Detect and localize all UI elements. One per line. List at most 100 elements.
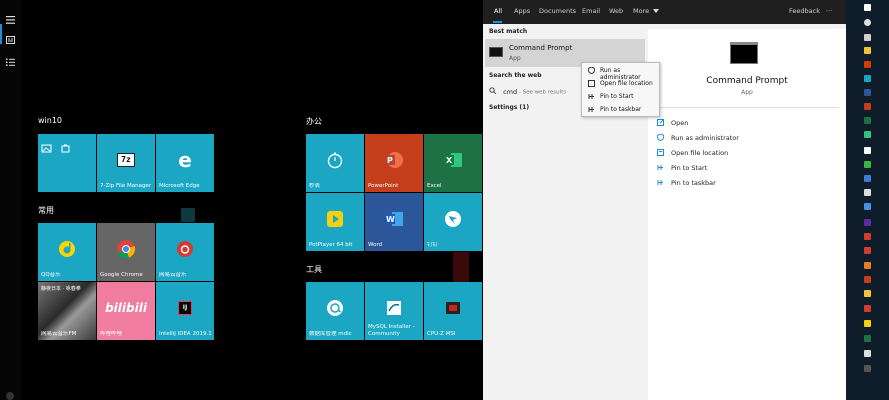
group-header-tools[interactable]: 工具: [306, 264, 322, 275]
taskbar-app-icon[interactable]: [864, 61, 871, 68]
tile-netease-fm[interactable]: 静夜日本 · 咏春拳 网易云音乐FM: [38, 282, 96, 340]
tile-bilibili[interactable]: bilibili 哔哩哔哩: [97, 282, 155, 340]
intellij-icon: IJ: [178, 300, 192, 315]
best-match-title: Command Prompt: [509, 44, 573, 52]
task-view-icon[interactable]: [864, 34, 871, 41]
start-icon[interactable]: [864, 4, 871, 11]
power-icon[interactable]: [6, 392, 14, 400]
tile-mysql-installer[interactable]: MySQL Installer - Community: [365, 282, 423, 340]
action-run-as-admin[interactable]: Run as administrator: [656, 133, 739, 142]
taskbar-app-icon[interactable]: [864, 350, 871, 357]
context-pin-to-start[interactable]: Pin to Start: [582, 90, 659, 103]
taskbar-app-icon[interactable]: [864, 75, 871, 82]
more-options-icon[interactable]: ···: [826, 7, 832, 15]
photos-icon: [41, 139, 71, 158]
file-location-icon: [588, 80, 595, 87]
search-icon[interactable]: [864, 19, 871, 26]
pin-icon: [657, 179, 664, 186]
qqmusic-icon: [58, 240, 76, 258]
shield-icon: [587, 66, 596, 75]
tile-edge[interactable]: e Microsoft Edge: [156, 134, 214, 192]
action-label: Pin to taskbar: [671, 179, 716, 187]
tab-web[interactable]: Web: [609, 7, 623, 15]
stopwatch-icon: [326, 151, 344, 169]
context-pin-to-taskbar[interactable]: Pin to taskbar: [582, 103, 659, 116]
context-open-file-location[interactable]: Open file location: [582, 77, 659, 90]
tile-photos[interactable]: [38, 134, 96, 192]
taskbar-app-icon[interactable]: [864, 276, 871, 283]
taskbar-app-icon[interactable]: [864, 103, 871, 110]
taskbar-app-icon[interactable]: [864, 175, 871, 182]
taskbar-app-icon[interactable]: [864, 147, 871, 154]
tile-label: CPU-Z MSI: [427, 331, 456, 337]
tile-label: 秒表: [309, 183, 321, 189]
tile-powerpoint[interactable]: P PowerPoint: [365, 134, 423, 192]
taskbar-app-icon[interactable]: [864, 219, 871, 226]
tile-label: Microsoft Edge: [159, 183, 200, 189]
taskbar-app-icon[interactable]: [864, 247, 871, 254]
tile-label: Word: [368, 242, 383, 248]
taskbar-app-icon[interactable]: [864, 131, 871, 138]
taskbar-app-icon[interactable]: [864, 47, 871, 54]
taskbar-app-icon[interactable]: [864, 305, 871, 312]
tab-email[interactable]: Email: [582, 7, 600, 15]
chrome-icon: [116, 239, 136, 259]
taskbar-app-icon[interactable]: [864, 89, 871, 96]
tab-apps[interactable]: Apps: [514, 7, 530, 15]
pin-icon: [588, 106, 595, 113]
cmd-icon: [489, 47, 503, 57]
cmd-large-icon: [730, 42, 758, 64]
svg-text:W: W: [386, 215, 395, 224]
tile-7zip[interactable]: 7z 7-Zip File Manager: [97, 134, 155, 192]
tab-more[interactable]: More: [633, 7, 660, 15]
tab-all[interactable]: All: [494, 7, 502, 15]
tile-netease-music[interactable]: 网易云音乐: [156, 223, 214, 281]
action-pin-to-start[interactable]: Pin to Start: [657, 164, 708, 172]
action-label: Pin to Start: [671, 164, 708, 172]
taskbar-app-icon[interactable]: [864, 117, 871, 124]
tile-potplayer[interactable]: PotPlayer 64 bit: [306, 193, 364, 251]
tile-word[interactable]: W Word: [365, 193, 423, 251]
tile-placeholder: [453, 252, 469, 282]
tile-excel[interactable]: X Excel: [424, 134, 482, 192]
photo-caption: 静夜日本 · 咏春拳: [41, 286, 81, 292]
tab-more-label: More: [633, 7, 650, 15]
action-label: Open file location: [671, 149, 729, 157]
action-open[interactable]: Open: [657, 119, 688, 127]
tile-label: 7-Zip File Manager: [100, 183, 152, 189]
dingtalk-icon: [444, 210, 462, 228]
tile-label: 网易云音乐FM: [41, 331, 77, 337]
taskbar-app-icon[interactable]: [864, 290, 871, 297]
taskbar-app-icon[interactable]: [864, 365, 871, 372]
action-pin-to-taskbar[interactable]: Pin to taskbar: [657, 179, 716, 187]
taskbar-app-icon[interactable]: [864, 203, 871, 210]
tile-intellij[interactable]: IJ IntelliJ IDEA 2019.1.3: [156, 282, 214, 340]
best-match-subtitle: App: [509, 55, 521, 62]
tile-database-tool[interactable]: 数据库管理 mdic: [306, 282, 364, 340]
context-run-as-admin[interactable]: Run as administrator: [582, 64, 659, 81]
group-header-office[interactable]: 办公: [306, 116, 322, 127]
tile-chrome[interactable]: Google Chrome: [97, 223, 155, 281]
start-left-rail: [0, 0, 22, 400]
tab-documents[interactable]: Documents: [539, 7, 576, 15]
action-open-file-location[interactable]: Open file location: [657, 149, 729, 157]
tile-timer[interactable]: 秒表: [306, 134, 364, 192]
settings-header[interactable]: Settings (1): [489, 104, 529, 111]
taskbar-app-icon[interactable]: [864, 262, 871, 269]
tile-dingding[interactable]: 钉钉: [424, 193, 482, 251]
group-header-win10[interactable]: win10: [38, 116, 62, 125]
tiles-view-icon[interactable]: [6, 30, 16, 44]
taskbar-app-icon[interactable]: [864, 161, 871, 168]
all-apps-list-icon[interactable]: [6, 52, 16, 66]
group-header-common[interactable]: 常用: [38, 205, 54, 216]
search-tab-bar: All Apps Documents Email Web More Feedba…: [483, 0, 846, 24]
hamburger-icon[interactable]: [6, 9, 16, 24]
feedback-link[interactable]: Feedback: [789, 7, 820, 15]
taskbar-app-icon[interactable]: [864, 320, 871, 327]
taskbar-app-icon[interactable]: [864, 335, 871, 342]
tile-cpuz[interactable]: CPU-Z MSI: [424, 282, 482, 340]
shield-icon: [656, 133, 665, 142]
taskbar-app-icon[interactable]: [864, 233, 871, 240]
taskbar-app-icon[interactable]: [864, 189, 871, 196]
tile-qqmusic[interactable]: QQ音乐: [38, 223, 96, 281]
